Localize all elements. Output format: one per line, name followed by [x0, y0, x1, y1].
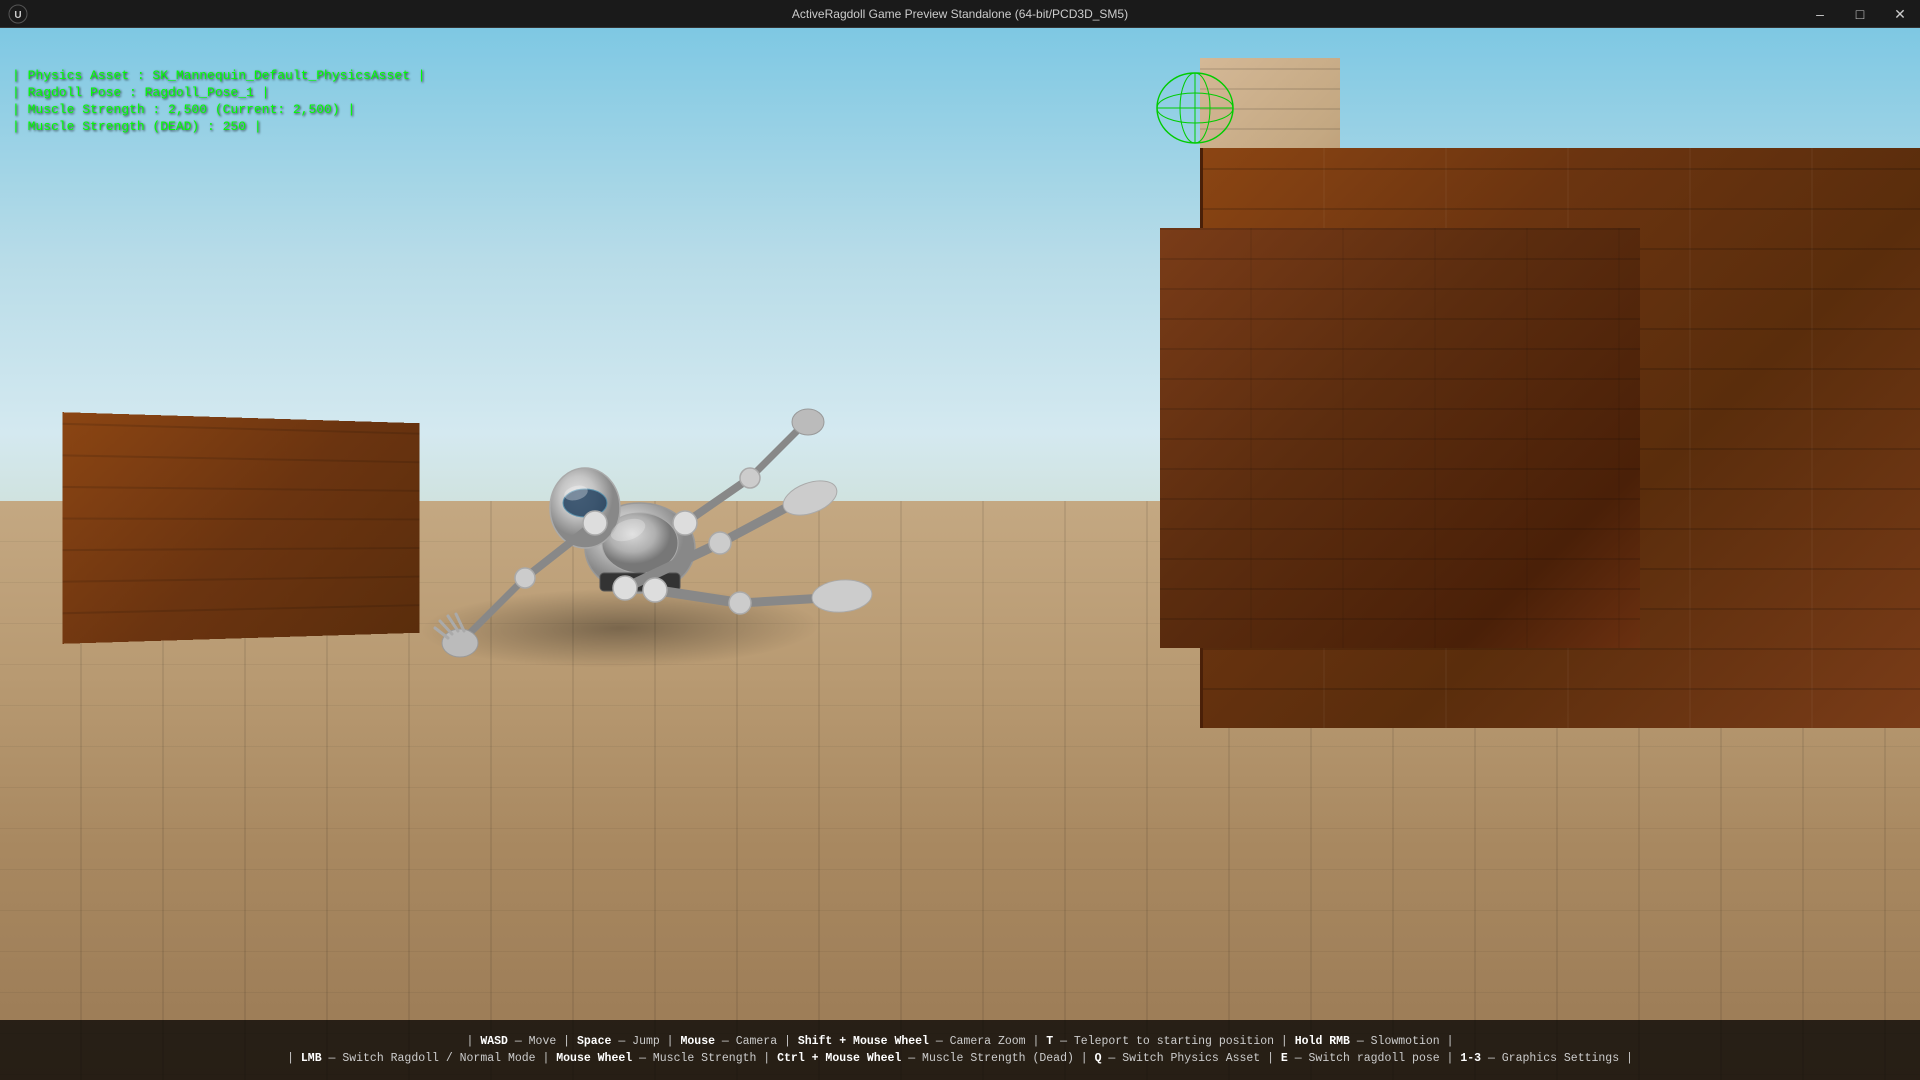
hud-ragdoll-pose: | Ragdoll Pose : Ragdoll_Pose_1 |: [12, 85, 425, 100]
controls-line-1: | WASD — Move | Space — Jump | Mouse — C…: [467, 1035, 1454, 1048]
controls-bar: | WASD — Move | Space — Jump | Mouse — C…: [0, 1020, 1920, 1080]
titlebar-controls: – □ ✕: [1800, 0, 1920, 28]
controls-text-1: | WASD — Move | Space — Jump | Mouse — C…: [467, 1035, 1454, 1048]
wireframe-sphere: [1150, 68, 1240, 148]
game-viewport[interactable]: | Physics Asset : SK_Mannequin_Default_P…: [0, 28, 1920, 1080]
hud-physics-asset: | Physics Asset : SK_Mannequin_Default_P…: [12, 68, 425, 83]
ue-logo: U: [8, 4, 28, 24]
close-button[interactable]: ✕: [1880, 0, 1920, 28]
character-ragdoll: [380, 348, 930, 688]
minimize-button[interactable]: –: [1800, 0, 1840, 28]
controls-line-2: | LMB — Switch Ragdoll / Normal Mode | M…: [287, 1052, 1633, 1065]
maximize-button[interactable]: □: [1840, 0, 1880, 28]
titlebar-title: ActiveRagdoll Game Preview Standalone (6…: [792, 7, 1128, 21]
hud-muscle-strength-dead: | Muscle Strength (DEAD) : 250 |: [12, 119, 425, 134]
svg-text:U: U: [14, 10, 21, 21]
hud-muscle-strength: | Muscle Strength : 2,500 (Current: 2,50…: [12, 102, 425, 117]
wall-center: [1160, 228, 1640, 648]
box-left: [62, 412, 419, 644]
titlebar: U ActiveRagdoll Game Preview Standalone …: [0, 0, 1920, 28]
hud-overlay: | Physics Asset : SK_Mannequin_Default_P…: [12, 68, 425, 134]
controls-text-2: | LMB — Switch Ragdoll / Normal Mode | M…: [287, 1052, 1633, 1065]
